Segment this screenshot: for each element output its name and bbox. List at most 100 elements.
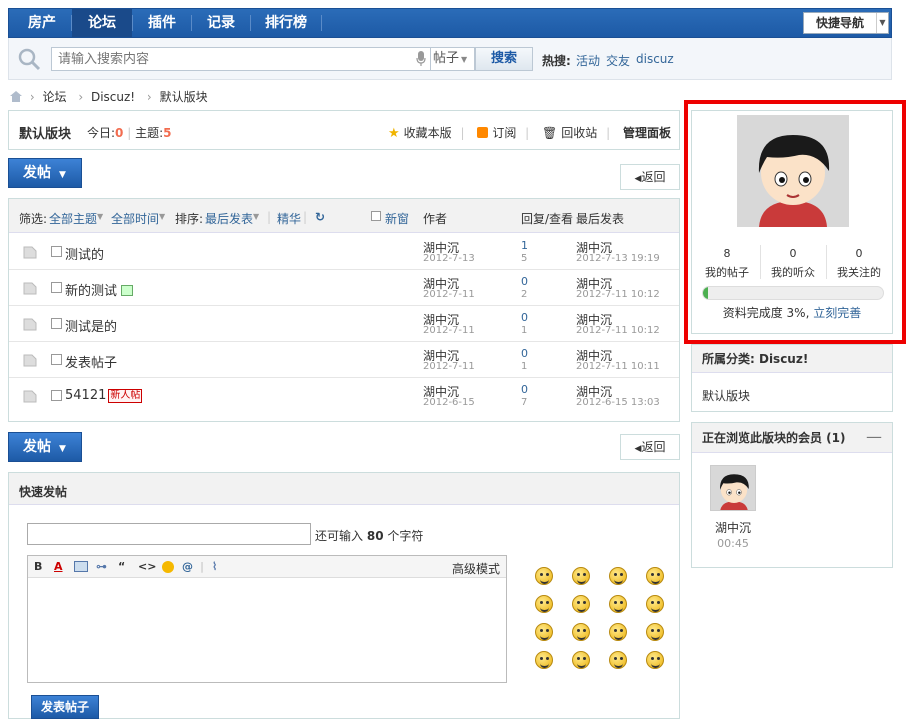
message-editor[interactable]: B A ⊶ “ <> @ | ⌇ 高级模式 <box>27 555 507 683</box>
table-row[interactable]: 新的测试 湖中沉 2012-7-11 0 2 湖中沉 2012-7-11 10:… <box>9 270 679 306</box>
home-icon[interactable] <box>10 91 22 102</box>
post-button[interactable]: 发帖 ▼ <box>8 432 82 462</box>
sort-value[interactable]: 最后发表 <box>205 210 253 227</box>
thread-replies[interactable]: 0 <box>521 347 528 360</box>
star-icon: ★ <box>387 126 400 141</box>
thread-checkbox[interactable] <box>51 390 62 401</box>
thread-last-date[interactable]: 2012-7-11 10:12 <box>576 325 660 336</box>
filter-separator: | <box>267 210 272 224</box>
hot-search-link[interactable]: 活动 <box>576 52 600 69</box>
bold-icon[interactable]: B <box>34 560 42 573</box>
refresh-icon[interactable]: ↻ <box>315 210 325 224</box>
back-button[interactable]: ◀返回 <box>620 164 680 190</box>
smiley-icon[interactable] <box>646 567 664 585</box>
post-button-label: 发帖 <box>23 165 51 181</box>
thread-checkbox[interactable] <box>51 318 62 329</box>
quick-nav-button[interactable]: 快捷导航 ▼ <box>803 12 889 34</box>
table-row[interactable]: 测试的 湖中沉 2012-7-13 1 5 湖中沉 2012-7-13 19:1… <box>9 234 679 270</box>
at-icon[interactable]: @ <box>182 560 193 573</box>
link-icon[interactable]: ⊶ <box>96 560 107 573</box>
smiley-icon[interactable] <box>646 651 664 669</box>
filter-label: 筛选: <box>19 212 48 226</box>
thread-last-date[interactable]: 2012-7-11 10:12 <box>576 289 660 300</box>
new-window-checkbox[interactable] <box>371 211 381 221</box>
nav-item-plugins[interactable]: 插件 <box>133 9 191 37</box>
hot-search-link[interactable]: 交友 <box>606 52 630 69</box>
microphone-icon[interactable] <box>416 51 426 67</box>
search-input[interactable] <box>52 48 392 70</box>
thread-last-date[interactable]: 2012-6-15 13:03 <box>576 397 660 408</box>
thread-checkbox[interactable] <box>51 246 62 257</box>
submit-post-button[interactable]: 发表帖子 <box>31 695 99 719</box>
advanced-mode-link[interactable]: 高级模式 <box>452 560 500 577</box>
nav-item-records[interactable]: 记录 <box>192 9 250 37</box>
thread-checkbox[interactable] <box>51 282 62 293</box>
thread-title[interactable]: 测试的 <box>65 244 104 263</box>
attachment-icon[interactable]: ⌇ <box>212 560 217 573</box>
chevron-down-icon: ▼ <box>97 212 104 221</box>
online-member-avatar[interactable] <box>710 465 756 511</box>
smiley-icon[interactable] <box>646 623 664 641</box>
table-row[interactable]: 测试是的 湖中沉 2012-7-11 0 1 湖中沉 2012-7-11 10:… <box>9 306 679 342</box>
hot-search-label: 热搜: <box>542 54 571 68</box>
online-member-name[interactable]: 湖中沉 <box>692 519 774 536</box>
thread-replies[interactable]: 0 <box>521 311 528 324</box>
subscribe-link[interactable]: 订阅 <box>492 126 516 140</box>
filter-all-time[interactable]: 全部时间 <box>111 210 159 227</box>
smiley-icon[interactable] <box>162 561 174 573</box>
favorite-link[interactable]: 收藏本版 <box>404 126 452 140</box>
back-button[interactable]: ◀返回 <box>620 434 680 460</box>
folder-icon <box>23 390 37 403</box>
smiley-icon[interactable] <box>609 595 627 613</box>
recycle-link[interactable]: 回收站 <box>561 126 597 140</box>
breadcrumb-forum[interactable]: 论坛 <box>42 90 66 104</box>
quote-icon[interactable]: “ <box>118 560 125 573</box>
smiley-icon[interactable] <box>535 623 553 641</box>
smiley-icon[interactable] <box>609 651 627 669</box>
font-color-icon[interactable]: A <box>54 560 63 573</box>
thread-views: 1 <box>521 361 528 372</box>
smiley-icon[interactable] <box>572 623 590 641</box>
collapse-icon[interactable]: — <box>866 423 882 451</box>
filter-digest[interactable]: 精华 <box>277 210 301 227</box>
nav-item-ranking[interactable]: 排行榜 <box>251 9 321 37</box>
smiley-icon[interactable] <box>609 623 627 641</box>
thread-replies[interactable]: 0 <box>521 275 528 288</box>
smiley-icon[interactable] <box>535 595 553 613</box>
chevron-down-icon: ▼ <box>253 212 260 221</box>
manage-panel-link[interactable]: 管理面板 <box>623 126 671 140</box>
thread-title[interactable]: 发表帖子 <box>65 352 117 371</box>
thread-last-date[interactable]: 2012-7-13 19:19 <box>576 253 660 264</box>
smiley-icon[interactable] <box>572 567 590 585</box>
chevron-down-icon: ▼ <box>461 55 468 64</box>
smiley-icon[interactable] <box>572 651 590 669</box>
table-row[interactable]: 发表帖子 湖中沉 2012-7-11 0 1 湖中沉 2012-7-11 10:… <box>9 342 679 378</box>
thread-date: 2012-7-11 <box>423 325 475 336</box>
search-type-select[interactable]: 帖子 ▼ <box>431 47 475 71</box>
breadcrumb-discuz[interactable]: Discuz! <box>91 90 135 104</box>
code-icon[interactable]: <> <box>138 560 156 573</box>
smiley-icon[interactable] <box>609 567 627 585</box>
thread-title[interactable]: 54121 <box>65 388 106 403</box>
subject-input[interactable] <box>27 523 311 545</box>
smiley-icon[interactable] <box>572 595 590 613</box>
thread-replies[interactable]: 0 <box>521 383 528 396</box>
post-button[interactable]: 发帖 ▼ <box>8 158 82 188</box>
smiley-icon[interactable] <box>535 567 553 585</box>
thread-replies[interactable]: 1 <box>521 239 528 252</box>
thread-last-date[interactable]: 2012-7-11 10:11 <box>576 361 660 372</box>
thread-checkbox[interactable] <box>51 354 62 365</box>
thread-title[interactable]: 新的测试 <box>65 284 117 299</box>
smiley-icon[interactable] <box>646 595 664 613</box>
smiley-icon[interactable] <box>535 651 553 669</box>
category-item[interactable]: 默认版块 <box>702 387 750 404</box>
filter-all-topics[interactable]: 全部主题 <box>49 210 97 227</box>
nav-item-forum[interactable]: 论坛 <box>72 9 132 37</box>
thread-title[interactable]: 测试是的 <box>65 316 117 335</box>
nav-item-house[interactable]: 房产 <box>13 9 71 37</box>
hot-search-link[interactable]: discuz <box>636 52 674 66</box>
back-button-label: 返回 <box>641 170 666 184</box>
search-button[interactable]: 搜索 <box>475 47 533 71</box>
image-icon[interactable] <box>74 561 88 572</box>
table-row[interactable]: 54121 新人帖 湖中沉 2012-6-15 0 7 湖中沉 2012-6-15… <box>9 378 679 414</box>
